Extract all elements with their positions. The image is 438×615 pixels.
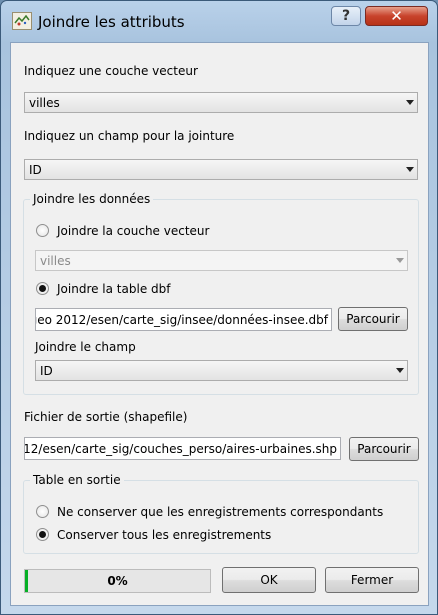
table-output-group: Table en sortie Ne conserver que les enr… [23, 473, 419, 554]
progress-bar: 0% [24, 569, 211, 593]
keep-all-radio[interactable] [36, 528, 49, 541]
join-data-title: Joindre les données [30, 192, 154, 206]
output-path-input[interactable]: C:/.../ugeo 2012/esen/carte_sig/couches_… [24, 437, 341, 460]
keep-all-label[interactable]: Conserver tous les enregistrements [57, 528, 271, 542]
output-label: Fichier de sortie (shapefile) [24, 410, 188, 424]
progress-text: 0% [107, 574, 128, 588]
help-button[interactable]: ? [331, 6, 361, 26]
chevron-down-icon [406, 167, 414, 172]
join-vector-combo-value: villes [40, 254, 71, 268]
layer-combo-value: villes [29, 96, 60, 110]
join-vector-label[interactable]: Joindre la couche vecteur [57, 224, 209, 238]
dialog-body: Indiquez une couche vecteur villes Indiq… [10, 42, 429, 606]
join-data-group: Joindre les données Joindre la couche ve… [23, 192, 419, 395]
join-data-field-combo[interactable]: ID [35, 360, 408, 381]
join-field-label: Indiquez un champ pour la jointure [24, 129, 235, 143]
dbf-path-input[interactable]: C:/Users/.../ugeo 2012/esen/carte_sig/in… [35, 308, 332, 331]
join-vector-combo[interactable]: villes [35, 250, 408, 271]
dialog-window: Joindre les attributs ? ✕ Indiquez une c… [0, 0, 438, 615]
chevron-down-icon [396, 258, 404, 263]
join-vector-radio[interactable] [36, 224, 49, 237]
join-field-combo-value: ID [29, 163, 42, 177]
qgis-map-icon [12, 12, 32, 30]
output-browse-button[interactable]: Parcourir [349, 437, 419, 461]
keep-matching-label[interactable]: Ne conserver que les enregistrements cor… [57, 505, 383, 519]
join-data-field-value: ID [40, 364, 53, 378]
chevron-down-icon [406, 100, 414, 105]
join-field-combo-label: Joindre le champ [35, 340, 136, 354]
output-path-value: C:/.../ugeo 2012/esen/carte_sig/couches_… [24, 442, 337, 456]
layer-combo[interactable]: villes [24, 92, 418, 113]
layer-label: Indiquez une couche vecteur [24, 64, 198, 78]
join-field-combo[interactable]: ID [24, 159, 418, 180]
close-button[interactable]: Fermer [325, 567, 419, 593]
join-dbf-radio[interactable] [36, 282, 49, 295]
ok-button[interactable]: OK [222, 567, 316, 593]
chevron-down-icon [396, 368, 404, 373]
keep-matching-radio[interactable] [36, 505, 49, 518]
window-title: Joindre les attributs [38, 13, 185, 31]
table-output-title: Table en sortie [30, 473, 124, 487]
join-dbf-label[interactable]: Joindre la table dbf [57, 282, 170, 296]
dbf-browse-button[interactable]: Parcourir [338, 307, 408, 331]
title-bar[interactable]: Joindre les attributs ? ✕ [1, 1, 437, 41]
dbf-path-value: C:/Users/.../ugeo 2012/esen/carte_sig/in… [36, 313, 328, 327]
close-window-button[interactable]: ✕ [365, 6, 428, 26]
